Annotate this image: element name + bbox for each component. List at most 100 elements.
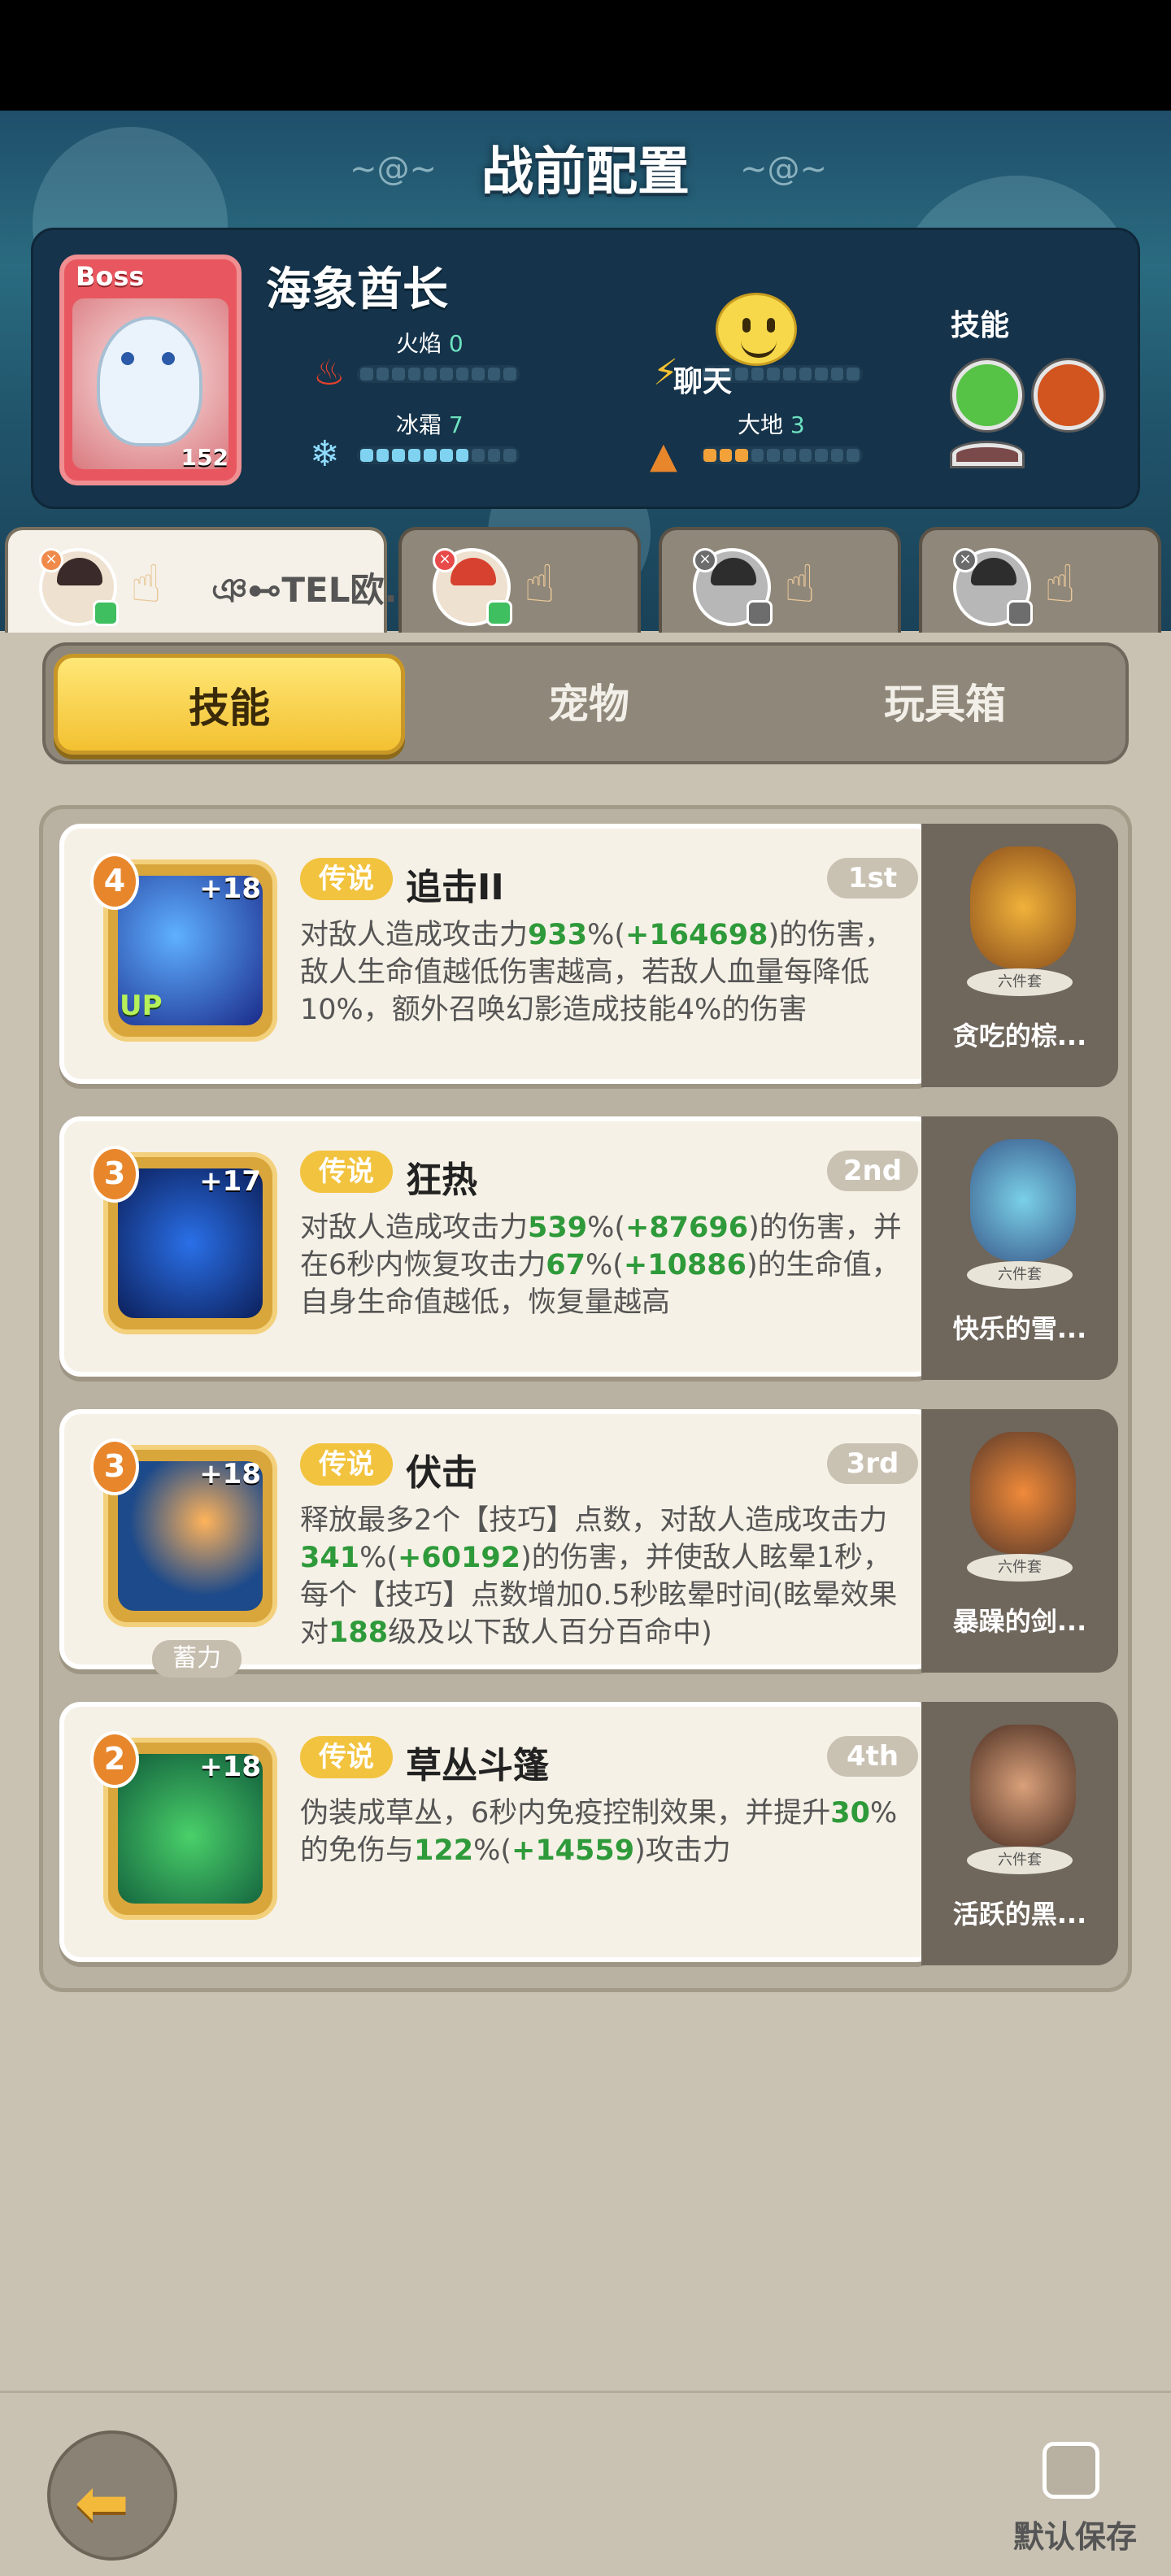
skill-name: 狂热 <box>406 1160 477 1201</box>
pointing-hand-icon: ☝ <box>130 555 162 615</box>
skill-rank: 3rd <box>827 1443 918 1484</box>
boss-tag: Boss <box>76 261 145 292</box>
pet-name: 暴躁的剑... <box>952 1606 1087 1637</box>
hero-tab-1[interactable]: × ☝ ঞ⊷TEL欧.. <box>5 527 410 633</box>
chat-emoji-icon[interactable] <box>716 293 797 366</box>
pointing-hand-icon: ☝ <box>784 555 816 615</box>
upgrade-indicator: UP <box>120 990 163 1022</box>
earth-label: 大地 3 <box>738 411 805 438</box>
sword-pet-icon <box>970 1432 1076 1554</box>
legend-tag: 传说 <box>300 858 393 900</box>
legend-tag: 传说 <box>300 1151 393 1193</box>
legend-tag: 传说 <box>300 1736 393 1778</box>
skill-name: 追击II <box>406 867 504 908</box>
pet-set-label: 六件套 <box>967 1554 1073 1582</box>
brown-bear-pet-icon <box>970 846 1076 968</box>
skill-description: 对敌人造成攻击力933%(+164698)的伤害，敌人生命值越低伤害越高，若敌人… <box>300 919 894 1026</box>
hero-tab-4[interactable]: × ☝ <box>919 527 1161 633</box>
skill-plus-level: +18 <box>199 1458 261 1490</box>
hero-name: ঞ⊷TEL欧.. <box>211 570 411 610</box>
online-badge-icon <box>93 600 119 626</box>
page-title: 战前配置 <box>481 142 690 202</box>
skill-icon: +18 2 <box>90 1731 277 1920</box>
back-button[interactable]: ⬅ <box>47 2430 177 2561</box>
skill-card[interactable]: +18 2 传说 草丛斗篷 4th 伪装成草丛，6秒内免疫控制效果，并提升30%… <box>59 1702 938 1962</box>
skill-name: 草丛斗篷 <box>406 1745 549 1786</box>
boar-pet-icon <box>970 1725 1076 1847</box>
boss-portrait[interactable]: Boss 152 <box>59 255 242 485</box>
chat-label[interactable]: 聊天 <box>673 358 732 400</box>
pet-name: 活跃的黑... <box>952 1899 1087 1930</box>
skill-card[interactable]: +18 4 UP 传说 追击II 1st 对敌人造成攻击力933%(+16469… <box>59 824 938 1084</box>
offline-badge-icon <box>747 600 773 626</box>
status-bar <box>0 0 1171 111</box>
back-arrow-icon: ⬅ <box>75 2465 130 2540</box>
skill-icon: +18 4 UP <box>90 853 277 1042</box>
skill-plus-level: +18 <box>199 872 261 905</box>
pet-slot[interactable]: 六件套 贪吃的棕... <box>921 824 1118 1087</box>
earth-icon: ▲ <box>650 435 677 476</box>
skill-list: +18 4 UP 传说 追击II 1st 对敌人造成攻击力933%(+16469… <box>39 805 1132 1992</box>
remove-icon: × <box>953 548 977 572</box>
list-item: +17 3 传说 狂热 2nd 对敌人造成攻击力539%(+87696)的伤害，… <box>43 1102 1136 1380</box>
boss-panel: Boss 152 海象酋长 ♨ 火焰 0 ❄ 冰霜 7 ⚡ ▲ 大地 3 技能 <box>31 228 1140 509</box>
skill-name: 伏击 <box>406 1452 477 1494</box>
fire-swirl-skill-icon[interactable] <box>1034 360 1104 430</box>
earth-bar <box>700 446 863 464</box>
pointing-hand-icon: ☝ <box>1044 555 1076 615</box>
skill-rank: 2nd <box>827 1151 918 1191</box>
tab-toybox[interactable]: 玩具箱 <box>769 654 1121 755</box>
skill-plus-level: +17 <box>199 1165 261 1198</box>
snowflake-icon: ❄ <box>310 433 340 475</box>
walrus-chief-avatar <box>97 316 202 446</box>
skill-description: 伪装成草丛，6秒内免疫控制效果，并提升30%的免伤与122%(+14559)攻击… <box>300 1797 898 1867</box>
fire-bar <box>357 365 520 383</box>
hero-tabs: × ☝ ঞ⊷TEL欧.. × ☝ × ☝ × ☝ <box>0 527 1171 634</box>
default-save-checkbox[interactable] <box>1043 2442 1099 2499</box>
tab-skills[interactable]: 技能 <box>54 654 405 755</box>
hero-avatar: × <box>433 548 512 626</box>
skill-icon: +17 3 <box>90 1146 277 1334</box>
hero-avatar: × <box>39 548 119 626</box>
skill-card[interactable]: +18 3 蓄力 传说 伏击 3rd 释放最多2个【技巧】点数，对敌人造成攻击力… <box>59 1409 938 1677</box>
skill-level-badge: 2 <box>90 1731 139 1788</box>
skill-description: 对敌人造成攻击力539%(+87696)的伤害，并在6秒内恢复攻击力67%(+1… <box>300 1212 902 1319</box>
skill-rank: 4th <box>827 1736 918 1777</box>
remove-icon: × <box>693 548 717 572</box>
ice-label: 冰霜 7 <box>396 411 464 438</box>
hero-tab-2[interactable]: × ☝ <box>398 527 641 633</box>
ice-bar <box>357 446 520 464</box>
default-save-label: 默认保存 <box>1013 2519 1138 2555</box>
list-item: +18 2 传说 草丛斗篷 4th 伪装成草丛，6秒内免疫控制效果，并提升30%… <box>43 1687 1136 1965</box>
online-badge-icon <box>486 600 512 626</box>
hero-avatar: × <box>953 548 1033 626</box>
boss-level: 152 <box>181 444 229 471</box>
heal-skill-icon[interactable] <box>952 360 1022 430</box>
pet-slot[interactable]: 六件套 快乐的雪... <box>921 1116 1118 1380</box>
list-item: +18 4 UP 传说 追击II 1st 对敌人造成攻击力933%(+16469… <box>43 809 1136 1087</box>
list-item: +18 3 蓄力 传说 伏击 3rd 释放最多2个【技巧】点数，对敌人造成攻击力… <box>43 1395 1136 1677</box>
pet-slot[interactable]: 六件套 活跃的黑... <box>921 1702 1118 1965</box>
skill-plus-level: +18 <box>199 1751 261 1783</box>
skill-level-badge: 3 <box>90 1146 139 1203</box>
boss-skills-label: 技能 <box>951 309 1010 342</box>
hero-tab-3[interactable]: × ☝ <box>659 527 901 633</box>
remove-icon: × <box>433 548 457 572</box>
skill-level-badge: 4 <box>90 853 139 910</box>
bite-skill-icon[interactable] <box>952 443 1022 466</box>
tab-pets[interactable]: 宠物 <box>413 654 764 755</box>
skill-description: 释放最多2个【技巧】点数，对敌人造成攻击力341%(+60192)的伤害，并使敌… <box>300 1504 898 1649</box>
pet-slot[interactable]: 六件套 暴躁的剑... <box>921 1409 1118 1673</box>
pet-name: 贪吃的棕... <box>952 1020 1087 1051</box>
pet-set-label: 六件套 <box>967 1847 1073 1874</box>
offline-badge-icon <box>1007 600 1033 626</box>
skill-card[interactable]: +17 3 传说 狂热 2nd 对敌人造成攻击力539%(+87696)的伤害，… <box>59 1116 938 1377</box>
pointing-hand-icon: ☝ <box>524 555 555 615</box>
swap-icon: × <box>39 548 63 572</box>
skill-rank: 1st <box>827 858 918 899</box>
legend-tag: 传说 <box>300 1443 393 1486</box>
fire-icon: ♨ <box>313 352 346 394</box>
snow-pet-icon <box>970 1139 1076 1261</box>
fire-label: 火焰 0 <box>396 330 464 357</box>
bottom-bar: ⬅ 默认保存 <box>0 2391 1171 2576</box>
